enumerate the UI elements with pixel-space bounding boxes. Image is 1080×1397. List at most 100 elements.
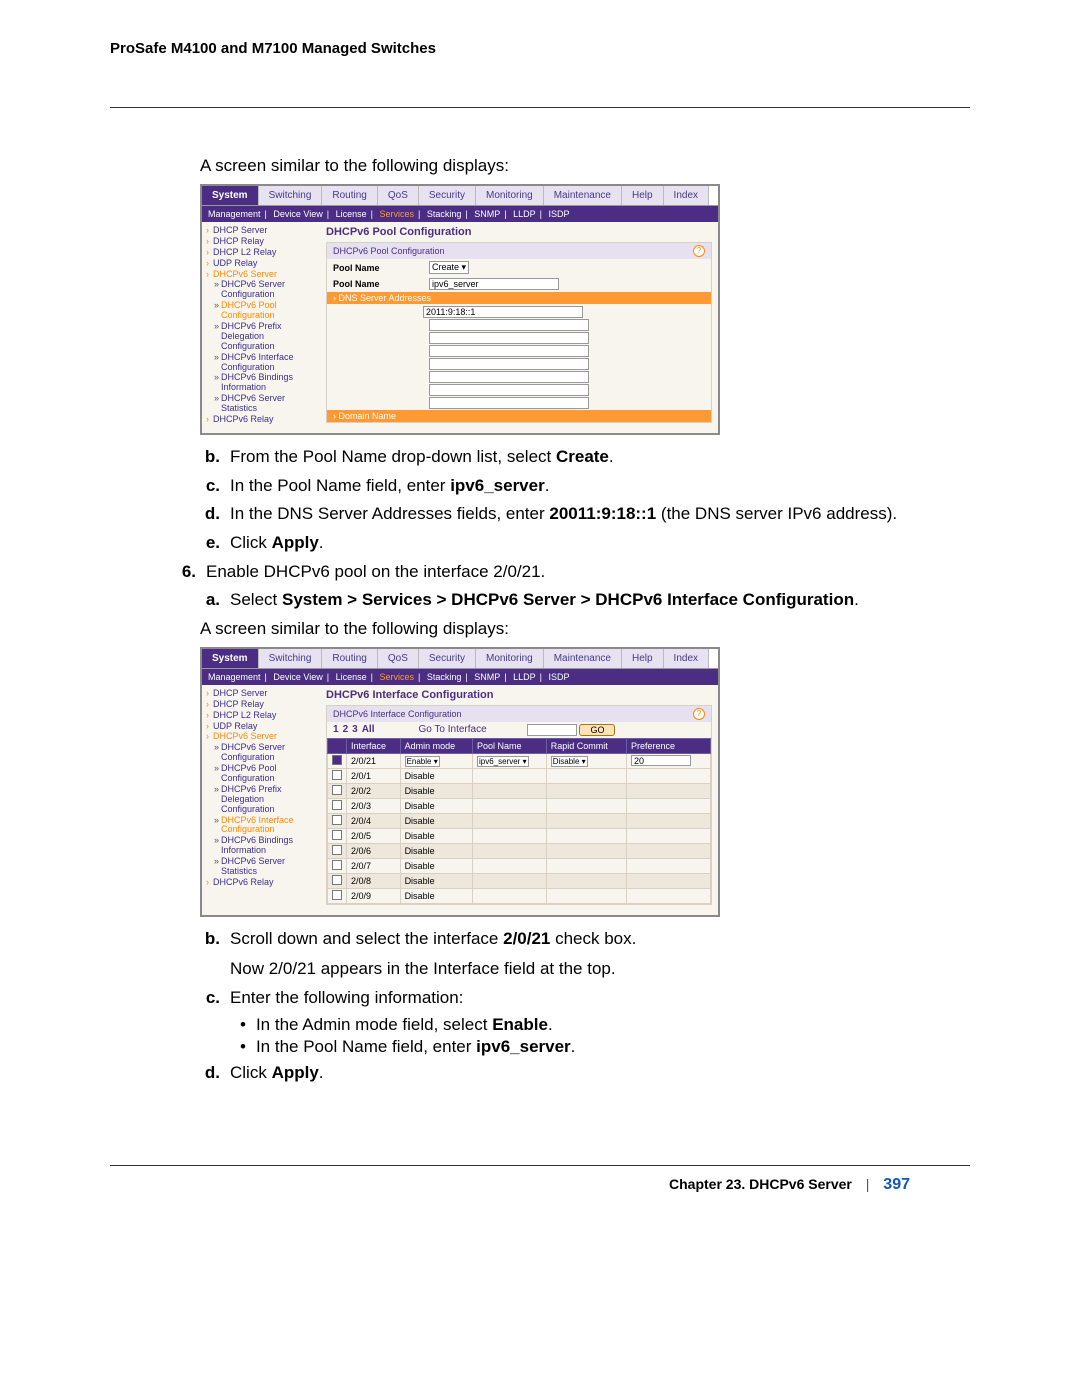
tab-index[interactable]: Index <box>664 186 709 205</box>
sidebar-item[interactable]: DHCPv6 Pool Configuration <box>206 764 316 784</box>
step-d-text: In the DNS Server Addresses fields, ente… <box>230 502 970 527</box>
row-checkbox[interactable] <box>332 845 342 855</box>
go-button[interactable]: GO <box>579 724 615 736</box>
tab-system[interactable]: System <box>202 186 259 205</box>
dns-addr-input-5[interactable] <box>429 358 589 370</box>
cell-iface: 2/0/4 <box>347 813 401 828</box>
dns-addr-input-6[interactable] <box>429 371 589 383</box>
row-checkbox[interactable] <box>332 890 342 900</box>
table-row-edit: 2/0/21 Enable ▾ ipv6_server ▾ Disable ▾ <box>328 753 711 768</box>
subtab-services[interactable]: Services <box>380 672 415 682</box>
sidebar-item[interactable]: DHCPv6 Relay <box>206 878 316 888</box>
dns-addr-input-3[interactable] <box>429 332 589 344</box>
sidebar-item[interactable]: DHCPv6 Server <box>206 732 316 742</box>
pool-name-select[interactable]: ipv6_server ▾ <box>477 756 529 767</box>
tab-monitoring[interactable]: Monitoring <box>476 649 544 668</box>
sidebar-item[interactable]: DHCP Server <box>206 226 316 236</box>
help-icon[interactable]: ? <box>693 245 705 257</box>
tab-monitoring[interactable]: Monitoring <box>476 186 544 205</box>
row-checkbox[interactable] <box>332 860 342 870</box>
row-checkbox[interactable] <box>332 785 342 795</box>
page-numbers[interactable]: 123All <box>333 724 378 735</box>
sidebar-item[interactable]: DHCPv6 Relay <box>206 415 316 425</box>
subtab-snmp[interactable]: SNMP <box>474 209 500 219</box>
sidebar-item[interactable]: DHCPv6 Prefix Delegation Configuration <box>206 322 316 352</box>
tab-security[interactable]: Security <box>419 186 476 205</box>
sidebar-item[interactable]: DHCPv6 Prefix Delegation Configuration <box>206 785 316 815</box>
preference-input[interactable] <box>631 755 691 766</box>
sidebar-item[interactable]: DHCPv6 Server Statistics <box>206 394 316 414</box>
row-checkbox[interactable] <box>332 875 342 885</box>
tab-qos[interactable]: QoS <box>378 186 419 205</box>
dns-section-bar[interactable]: DNS Server Addresses <box>327 292 711 304</box>
table-row: 2/0/9Disable <box>328 888 711 903</box>
sidebar-item[interactable]: DHCP L2 Relay <box>206 711 316 721</box>
go-to-interface-input[interactable] <box>527 724 577 736</box>
subtab-lldp[interactable]: LLDP <box>513 209 536 219</box>
cell-iface: 2/0/5 <box>347 828 401 843</box>
tab-system[interactable]: System <box>202 649 259 668</box>
sidebar-item[interactable]: DHCPv6 Interface Configuration <box>206 353 316 373</box>
tab-routing[interactable]: Routing <box>322 186 377 205</box>
step-6b-text: Scroll down and select the interface 2/0… <box>230 927 970 982</box>
sidebar-item[interactable]: DHCPv6 Server <box>206 270 316 280</box>
header-rule <box>110 107 970 108</box>
sidebar-item[interactable]: DHCP Server <box>206 689 316 699</box>
sidebar-item[interactable]: DHCP Relay <box>206 237 316 247</box>
subtab-management[interactable]: Management <box>208 672 261 682</box>
row-checkbox[interactable] <box>332 755 342 765</box>
tab-help[interactable]: Help <box>622 649 664 668</box>
tab-switching[interactable]: Switching <box>259 186 323 205</box>
subtab-snmp[interactable]: SNMP <box>474 672 500 682</box>
sidebar-item[interactable]: DHCP Relay <box>206 700 316 710</box>
row-checkbox[interactable] <box>332 815 342 825</box>
dns-addr-input-4[interactable] <box>429 345 589 357</box>
subtab-license[interactable]: License <box>336 672 367 682</box>
sidebar-item[interactable]: DHCPv6 Server Statistics <box>206 857 316 877</box>
dns-addr-input-8[interactable] <box>429 397 589 409</box>
pool-name-select[interactable]: Create ▾ <box>429 261 469 274</box>
subtab-isdp[interactable]: ISDP <box>549 672 570 682</box>
subtab-lldp[interactable]: LLDP <box>513 672 536 682</box>
subtab-deviceview[interactable]: Device View <box>273 672 322 682</box>
subtab-stacking[interactable]: Stacking <box>427 672 462 682</box>
sidebar-item[interactable]: DHCPv6 Server Configuration <box>206 280 316 300</box>
sidebar-item[interactable]: DHCPv6 Pool Configuration <box>206 301 316 321</box>
cell-admin: Disable <box>400 828 472 843</box>
dns-addr-input-7[interactable] <box>429 384 589 396</box>
sub-tabs: Management| Device View| License| Servic… <box>202 206 718 222</box>
tab-index[interactable]: Index <box>664 649 709 668</box>
tab-maintenance[interactable]: Maintenance <box>544 186 622 205</box>
tab-routing[interactable]: Routing <box>322 649 377 668</box>
tab-security[interactable]: Security <box>419 649 476 668</box>
subtab-stacking[interactable]: Stacking <box>427 209 462 219</box>
sidebar-item[interactable]: DHCPv6 Interface Configuration <box>206 816 316 836</box>
row-checkbox[interactable] <box>332 770 342 780</box>
tab-help[interactable]: Help <box>622 186 664 205</box>
subtab-services[interactable]: Services <box>380 209 415 219</box>
subtab-license[interactable]: License <box>336 209 367 219</box>
sidebar-item[interactable]: DHCP L2 Relay <box>206 248 316 258</box>
dns-addr-input-1[interactable] <box>423 306 583 318</box>
sidebar-item[interactable]: UDP Relay <box>206 722 316 732</box>
sidebar-item[interactable]: UDP Relay <box>206 259 316 269</box>
pool-name-input[interactable] <box>429 278 559 290</box>
help-icon[interactable]: ? <box>693 708 705 720</box>
tab-maintenance[interactable]: Maintenance <box>544 649 622 668</box>
row-checkbox[interactable] <box>332 800 342 810</box>
cell-admin: Disable <box>400 843 472 858</box>
domain-section-bar[interactable]: Domain Name <box>327 410 711 422</box>
tab-qos[interactable]: QoS <box>378 649 419 668</box>
rapid-commit-select[interactable]: Disable ▾ <box>551 756 588 767</box>
col-pref: Preference <box>627 738 711 753</box>
sidebar-item[interactable]: DHCPv6 Bindings Information <box>206 836 316 856</box>
subtab-deviceview[interactable]: Device View <box>273 209 322 219</box>
tab-switching[interactable]: Switching <box>259 649 323 668</box>
sidebar-item[interactable]: DHCPv6 Bindings Information <box>206 373 316 393</box>
sidebar-item[interactable]: DHCPv6 Server Configuration <box>206 743 316 763</box>
subtab-management[interactable]: Management <box>208 209 261 219</box>
subtab-isdp[interactable]: ISDP <box>549 209 570 219</box>
row-checkbox[interactable] <box>332 830 342 840</box>
dns-addr-input-2[interactable] <box>429 319 589 331</box>
admin-mode-select[interactable]: Enable ▾ <box>405 756 440 767</box>
